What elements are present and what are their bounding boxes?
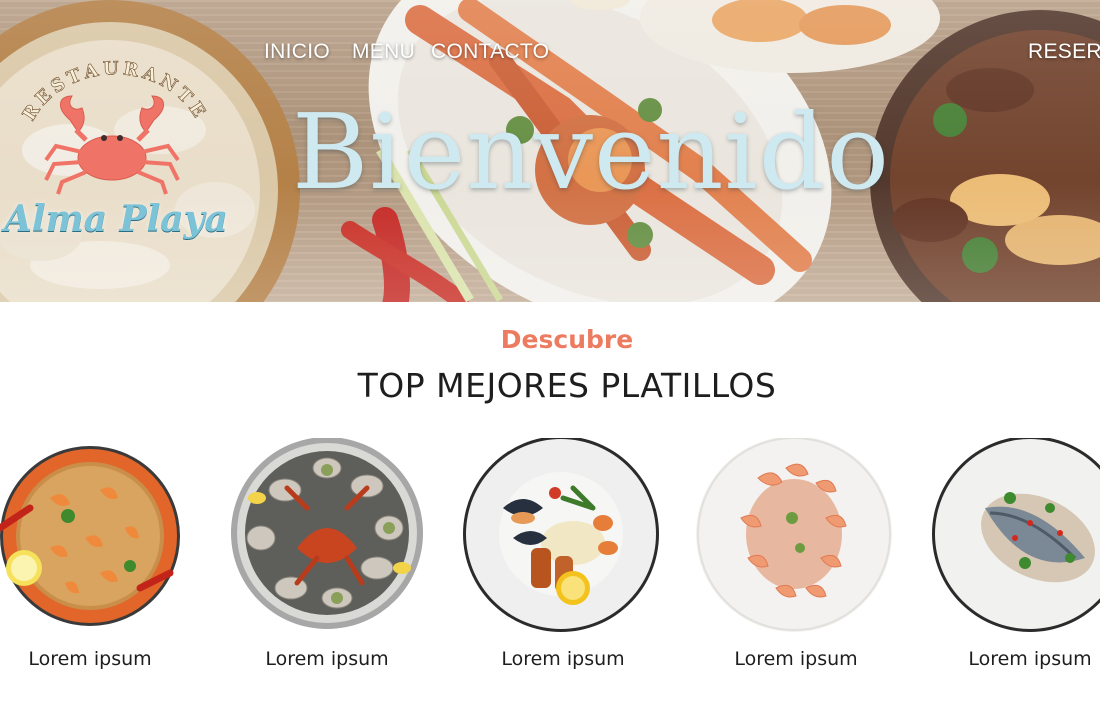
dish-label: Lorem ipsum bbox=[28, 648, 152, 670]
svg-text:RESTAURANTE: RESTAURANTE bbox=[19, 58, 212, 124]
restaurant-logo[interactable]: RESTAURANTE Alma Playa bbox=[0, 48, 230, 258]
dish-card[interactable]: Lorem ipsum bbox=[930, 438, 1100, 678]
dish-card[interactable]: Lorem ipsum bbox=[463, 438, 663, 678]
dish-card[interactable]: Lorem ipsum bbox=[227, 438, 427, 678]
section-eyebrow: Descubre bbox=[500, 325, 634, 354]
nav-link-contacto[interactable]: CONTACTO bbox=[431, 40, 549, 64]
dish-label: Lorem ipsum bbox=[265, 648, 389, 670]
dish-label: Lorem ipsum bbox=[501, 648, 625, 670]
fried-fish-plate-image bbox=[932, 438, 1100, 632]
dish-card[interactable]: Lorem ipsum bbox=[696, 438, 896, 678]
section-title: TOP MEJORES PLATILLOS bbox=[357, 366, 777, 405]
nav-link-inicio[interactable]: INICIO bbox=[264, 40, 330, 64]
logo-name: Alma Playa bbox=[4, 198, 228, 240]
hero-title: Bienvenido bbox=[292, 91, 890, 213]
crab-icon: RESTAURANTE bbox=[18, 58, 212, 195]
nav-link-menu[interactable]: MENU bbox=[352, 40, 415, 64]
hero-banner: INICIO MENU CONTACTO RESERV RESTAURANTE bbox=[0, 0, 1100, 302]
dish-label: Lorem ipsum bbox=[968, 648, 1092, 670]
dish-card[interactable]: Lorem ipsum bbox=[0, 438, 190, 678]
paella-plate-image bbox=[0, 446, 180, 626]
shrimp-plate-image bbox=[696, 438, 892, 632]
mussels-fish-plate-image bbox=[463, 438, 659, 632]
logo-arc-text: RESTAURANTE bbox=[18, 58, 207, 125]
seafood-platter-image bbox=[231, 438, 423, 629]
nav-link-reservas[interactable]: RESERV bbox=[1028, 40, 1100, 64]
dish-label: Lorem ipsum bbox=[734, 648, 858, 670]
